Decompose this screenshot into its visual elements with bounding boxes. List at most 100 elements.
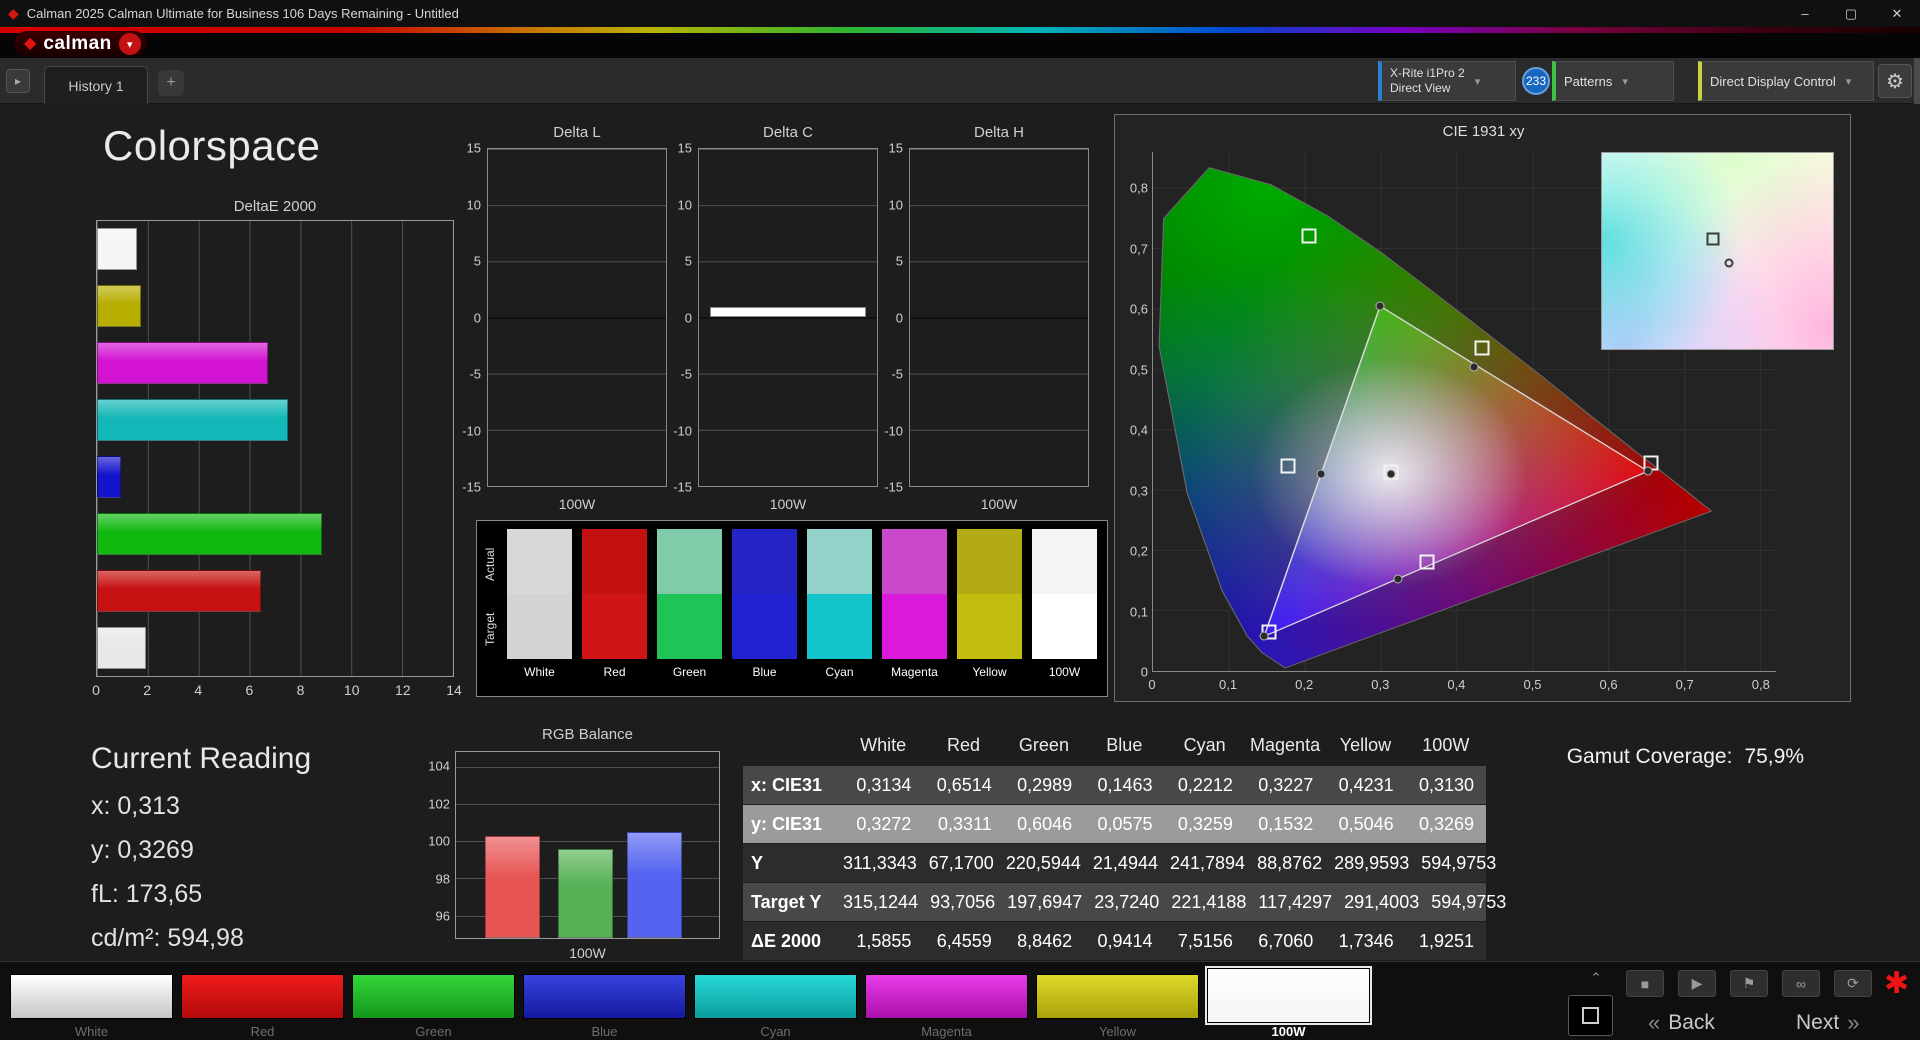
table-cell: 220,5944 (1005, 852, 1081, 873)
stop-icon[interactable]: ■ (1626, 970, 1664, 997)
pattern-swatch-white[interactable]: White (10, 962, 173, 1039)
pattern-swatch-blue[interactable]: Blue (523, 962, 686, 1039)
current-reading-line: fL: 173,65 (91, 880, 203, 908)
delta-y-tick: -10 (673, 423, 692, 438)
delta-y-tick: 10 (677, 197, 692, 212)
pattern-swatch-color (181, 974, 344, 1019)
minimize-button[interactable]: – (1782, 0, 1828, 27)
delta-y-tick: -15 (884, 479, 903, 495)
table-row[interactable]: ΔE 2000 1,5855 6,4559 8,8462 0,9414 7,5156 6,7… (743, 922, 1486, 961)
window-controls: – ▢ ✕ (1782, 0, 1920, 27)
swatch-column-cyan: Cyan (807, 529, 872, 679)
meter-dropdown[interactable]: X-Rite i1Pro 2 Direct View ▾ (1378, 61, 1516, 101)
table-col-header-magenta: Magenta (1250, 735, 1321, 755)
deltae-bar-row (97, 399, 453, 442)
rgb-balance-title: RGB Balance (542, 726, 633, 743)
patterns-dropdown[interactable]: Patterns ▾ (1552, 61, 1674, 101)
back-button[interactable]: « Back (1648, 1010, 1715, 1036)
deltae-x-tick: 14 (446, 682, 462, 698)
back-chevrons-icon: « (1648, 1010, 1661, 1035)
transport-buttons: ■ ▶ ⚑ ∞ ⟳ (1626, 970, 1872, 997)
chevron-down-icon: ▾ (1845, 75, 1852, 88)
table-cell: 0,3269 (1418, 813, 1474, 834)
swatch-column-yellow: Yellow (957, 529, 1022, 679)
tab-scroll-button[interactable]: ▸ (6, 69, 30, 93)
logo-dropdown-icon[interactable]: ▾ (118, 33, 141, 55)
refresh-icon[interactable]: ⟳ (1834, 970, 1872, 997)
table-col-header-red: Red (947, 735, 981, 755)
deltae-bar-magenta (97, 342, 268, 385)
pattern-swatch-label: Green (415, 1024, 452, 1039)
actual-row-label: Actual (483, 547, 497, 581)
cie-x-tick: 0,7 (1675, 677, 1694, 692)
delta-y-tick: -5 (469, 366, 481, 382)
close-button[interactable]: ✕ (1874, 0, 1920, 27)
pattern-swatch-100w[interactable]: 100W (1205, 962, 1372, 1039)
display-control-dropdown[interactable]: Direct Display Control ▾ (1698, 61, 1874, 101)
swatch-column-blue: Blue (732, 529, 797, 679)
pattern-swatch-yellow[interactable]: Yellow (1036, 962, 1199, 1039)
cie-x-tick: 0,3 (1371, 677, 1390, 692)
tab-history-1[interactable]: History 1 (44, 66, 148, 104)
table-row[interactable]: y: CIE31 0,3272 0,3311 0,6046 0,0575 0,3259 0,… (743, 805, 1486, 844)
cie-chart-title: CIE 1931 xy (1442, 123, 1525, 140)
delta-y-tick: -10 (884, 423, 903, 438)
current-reading-values: x: 0,313 y: 0,3269 fL: 173,65 cd/m²: 594,98 (91, 792, 244, 968)
rgb-balance-plot (455, 751, 720, 939)
add-tab-button[interactable]: + (158, 70, 184, 96)
table-row[interactable]: Target Y 315,1244 93,7056 197,6947 23,7240 22… (743, 883, 1506, 922)
table-row[interactable]: Y 311,3343 67,1700 220,5944 21,4944 241,7894 8… (743, 844, 1496, 883)
flag-icon[interactable]: ⚑ (1730, 970, 1768, 997)
swatch-column-magenta: Magenta (882, 529, 947, 679)
cie-y-tick: 0,8 (1129, 180, 1148, 196)
table-cell: 289,9593 (1334, 852, 1410, 873)
table-cell: 0,6514 (936, 774, 992, 795)
table-cell: 594,9753 (1421, 852, 1497, 873)
table-row[interactable]: x: CIE31 0,3134 0,6514 0,2989 0,1463 0,2212 0,… (743, 766, 1486, 805)
swatch-columns: White Red Green Blue Cyan Magenta Yellow 100W (507, 529, 1097, 679)
pattern-swatch-red[interactable]: Red (181, 962, 344, 1039)
next-button[interactable]: Next » (1796, 1010, 1859, 1036)
white-target-marker-icon (1706, 232, 1720, 246)
table-header-row: White Red Green Blue Cyan Magenta Yellow 100W (743, 726, 1486, 766)
title-bar: ◆ Calman 2025 Calman Ultimate for Busine… (0, 0, 1920, 27)
swatch-column-label: White (524, 665, 555, 679)
delta-h-chart: Delta H 15 10 5 0 -5 -10 -15 100W (879, 124, 1091, 519)
maximize-button[interactable]: ▢ (1828, 0, 1874, 27)
panel-edge-handle[interactable] (1914, 58, 1920, 104)
pattern-swatch-magenta[interactable]: Magenta (865, 962, 1028, 1039)
table-cell: 1,9251 (1418, 930, 1474, 951)
play-icon[interactable]: ▶ (1678, 970, 1716, 997)
pattern-swatch-cyan[interactable]: Cyan (694, 962, 857, 1039)
pattern-swatch-color (10, 974, 173, 1019)
gear-icon[interactable]: ⚙ (1878, 64, 1912, 98)
delta-chart-plot (487, 148, 667, 487)
rgb-balance-x-label: 100W (569, 945, 606, 961)
white-point-zoom-inset (1601, 152, 1834, 350)
deltae-bar-blue (97, 455, 121, 498)
table-cell: 0,3134 (856, 774, 912, 795)
deltae-bar-cyan (97, 399, 289, 442)
pattern-window-button[interactable] (1568, 995, 1613, 1036)
alert-asterisk-icon[interactable]: ✱ (1884, 966, 1909, 1001)
delta-chart-title: Delta C (762, 124, 814, 141)
calman-logo-menu[interactable]: ◆ calman ▾ (14, 31, 147, 57)
pattern-swatch-green[interactable]: Green (352, 962, 515, 1039)
delta-y-tick: 15 (677, 140, 692, 156)
rgb-bar-red (485, 835, 540, 938)
table-cell: 0,1463 (1097, 774, 1153, 795)
pattern-window-icon (1582, 1007, 1599, 1024)
target-marker-yellow (1474, 340, 1490, 355)
delta-y-tick: 0 (684, 310, 692, 325)
table-row-label: x: CIE31 (751, 774, 823, 795)
gamut-coverage-value: 75,9% (1744, 745, 1804, 768)
table-cell: 23,7240 (1094, 891, 1160, 912)
target-marker-cyan (1280, 458, 1296, 474)
cie-x-tick: 0,2 (1295, 677, 1314, 692)
link-icon[interactable]: ∞ (1782, 970, 1820, 997)
measured-marker-cyan (1316, 469, 1326, 479)
actual-target-swatch-strip: Actual Target White Red Green Blue Cyan Magen… (476, 520, 1108, 697)
pattern-swatch-color (352, 974, 515, 1019)
target-swatch-cyan (807, 594, 872, 659)
chevron-up-icon[interactable]: ⌃ (1582, 970, 1610, 986)
